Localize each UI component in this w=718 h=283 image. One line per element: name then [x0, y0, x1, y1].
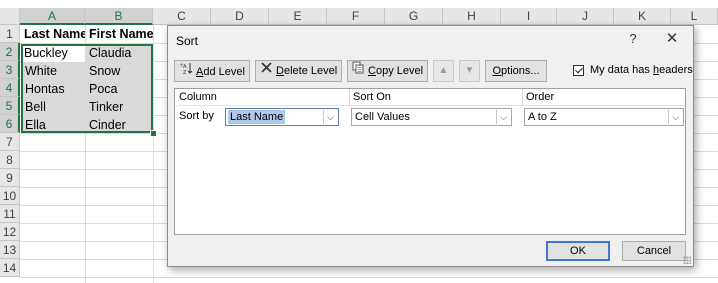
svg-text:Z: Z — [183, 70, 187, 75]
options-button[interactable]: Options... — [485, 60, 547, 82]
cell-a1[interactable]: Last Name — [21, 25, 85, 43]
dialog-title: Sort — [176, 34, 199, 48]
row-header-12[interactable]: 12 — [0, 223, 20, 241]
column-separator — [522, 89, 523, 105]
chevron-down-icon[interactable]: ⌵ — [496, 110, 510, 124]
row-header-6[interactable]: 6 — [0, 115, 20, 133]
my-data-has-headers-checkbox[interactable]: My data has headers — [573, 64, 693, 76]
close-button[interactable]: ✕ — [664, 29, 680, 49]
row-header-14[interactable]: 14 — [0, 259, 20, 277]
row-header-13[interactable]: 13 — [0, 241, 20, 259]
order-select[interactable]: A to Z ⌵ — [524, 108, 684, 126]
column-header-j[interactable]: J — [557, 8, 614, 25]
row-header-2[interactable]: 2 — [0, 43, 20, 61]
delete-icon — [260, 61, 273, 81]
column-select[interactable]: Last Name ⌵ — [225, 108, 339, 126]
fill-handle[interactable] — [150, 130, 157, 137]
add-level-icon: + A Z — [179, 61, 193, 82]
ok-button[interactable]: OK — [546, 241, 610, 261]
order-heading: Order — [526, 91, 555, 103]
column-header-i[interactable]: I — [501, 8, 557, 25]
row-header-1[interactable]: 1 — [0, 25, 20, 43]
column-header-f[interactable]: F — [327, 8, 385, 25]
resize-grip-icon[interactable] — [683, 256, 691, 264]
move-up-button[interactable]: ▲ — [433, 60, 454, 82]
row-header-5[interactable]: 5 — [0, 97, 20, 115]
help-button[interactable]: ? — [626, 29, 640, 49]
row-header-7[interactable]: 7 — [0, 133, 20, 151]
column-header-l[interactable]: L — [671, 8, 718, 25]
cell-b1[interactable]: First Name — [86, 25, 153, 43]
column-select-value: Last Name — [228, 110, 286, 124]
order-select-value: A to Z — [528, 111, 557, 123]
sort-by-label: Sort by — [179, 110, 214, 122]
sort-on-heading: Sort On — [353, 91, 391, 103]
copy-level-button[interactable]: Copy Level — [347, 60, 428, 82]
chevron-down-icon[interactable]: ⌵ — [323, 110, 337, 124]
row-header-11[interactable]: 11 — [0, 205, 20, 223]
column-header-e[interactable]: E — [269, 8, 327, 25]
column-header-b[interactable]: B — [85, 8, 153, 25]
column-header-a[interactable]: A — [20, 8, 85, 25]
sort-dialog: Sort ? ✕ + A Z Add Level Delete Level Copy… — [167, 25, 694, 267]
ribbon-edge — [0, 0, 718, 8]
column-heading: Column — [179, 91, 217, 103]
gridline — [153, 25, 154, 283]
column-header-h[interactable]: H — [443, 8, 501, 25]
column-header-g[interactable]: G — [385, 8, 443, 25]
row-header-9[interactable]: 9 — [0, 169, 20, 187]
gridline — [20, 277, 718, 278]
copy-icon — [352, 61, 365, 81]
delete-level-button[interactable]: Delete Level — [255, 60, 342, 82]
cancel-button[interactable]: Cancel — [622, 241, 686, 261]
checkbox-checked-icon[interactable] — [573, 64, 584, 76]
column-header-k[interactable]: K — [614, 8, 671, 25]
sort-on-select[interactable]: Cell Values ⌵ — [351, 108, 512, 126]
sort-on-select-value: Cell Values — [355, 111, 410, 123]
selection-range — [21, 44, 153, 133]
column-header-c[interactable]: C — [153, 8, 211, 25]
header-divider — [175, 105, 685, 106]
sort-levels-list: Column Sort On Order Sort by Last Name ⌵… — [174, 88, 686, 235]
move-down-button[interactable]: ▼ — [459, 60, 480, 82]
column-separator — [349, 89, 350, 105]
select-all-corner[interactable] — [0, 8, 20, 25]
row-header-4[interactable]: 4 — [0, 79, 20, 97]
row-header-3[interactable]: 3 — [0, 61, 20, 79]
row-header-10[interactable]: 10 — [0, 187, 20, 205]
chevron-down-icon[interactable]: ⌵ — [668, 110, 682, 124]
add-level-button[interactable]: + A Z Add Level — [174, 60, 250, 82]
row-header-8[interactable]: 8 — [0, 151, 20, 169]
column-header-d[interactable]: D — [211, 8, 269, 25]
